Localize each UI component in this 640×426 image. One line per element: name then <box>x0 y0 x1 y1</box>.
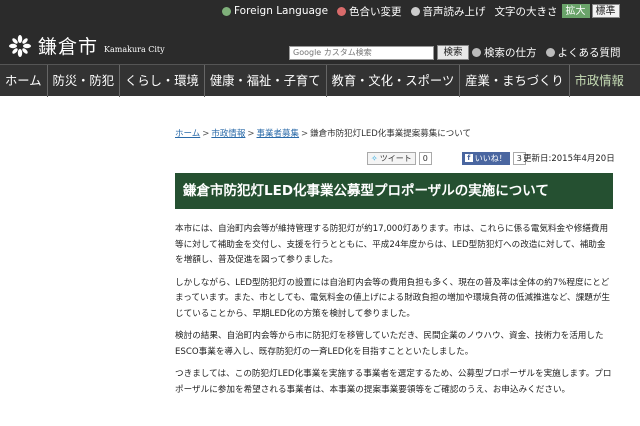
search-area: 検索 <box>289 45 469 60</box>
breadcrumb-current: 鎌倉市防犯灯LED化事業提案募集について <box>310 129 472 139</box>
search-method-link[interactable]: 検索の仕方 <box>472 45 537 60</box>
font-size-large-button[interactable]: 拡大 <box>561 4 590 18</box>
city-emblem-icon <box>9 34 31 57</box>
nav-item-education-culture[interactable]: 教育・文化・スポーツ <box>327 64 461 97</box>
font-size-normal-button[interactable]: 標準 <box>591 4 620 18</box>
nav-item-disaster-prevention[interactable]: 防災・防犯 <box>48 64 121 97</box>
global-nav: ホーム 防災・防犯 くらし・環境 健康・福祉・子育て 教育・文化・スポーツ 産業… <box>0 64 640 97</box>
utility-links: Foreign Language 色合い変更 音声読み上げ 文字の大きさ 拡大 … <box>222 3 622 19</box>
breadcrumb-separator: > <box>247 129 255 139</box>
read-aloud-label: 音声読み上げ <box>422 5 486 18</box>
twitter-bird-icon: ✧ <box>371 153 378 163</box>
article-title: 鎌倉市防犯灯LED化事業公募型プロポーザルの実施について <box>175 173 613 209</box>
help-links: 検索の仕方 よくある質問 <box>472 45 630 60</box>
nav-item-home[interactable]: ホーム <box>0 64 48 97</box>
color-change-label: 色合い変更 <box>349 5 402 18</box>
like-label: いいね！ <box>474 153 507 163</box>
tweet-label: ツイート <box>379 153 412 163</box>
font-size-label: 文字の大きさ <box>494 5 558 18</box>
question-icon <box>545 48 555 57</box>
palette-icon <box>337 6 347 16</box>
tweet-count: 0 <box>418 151 432 165</box>
nav-item-city-info[interactable]: 市政情報 <box>570 65 629 97</box>
speaker-icon <box>410 6 420 16</box>
search-input[interactable] <box>289 45 434 60</box>
search-button[interactable]: 検索 <box>437 45 469 60</box>
article-body: 本市には、自治町内会等が維持管理する防犯灯が約17,000灯あります。市は、これ… <box>175 222 613 405</box>
article-paragraph: つきましては、この防犯灯LED化事業を実施する事業者を選定するため、公募型プロポ… <box>175 369 612 395</box>
main-content: ホーム > 市政情報 > 事業者募集 > 鎌倉市防犯灯LED化事業提案募集について ✧ ツイ… <box>0 97 640 426</box>
tweet-button[interactable]: ✧ ツイート <box>367 151 416 165</box>
facebook-like-button[interactable]: f いいね！ <box>461 151 510 165</box>
nav-item-health-welfare[interactable]: 健康・福祉・子育て <box>205 64 327 97</box>
site-name-en: Kamakura City <box>104 45 165 54</box>
article-paragraph: 検討の結果、自治町内会等から市に防犯灯を移管していただき、民間企業のノウハウ、資… <box>175 331 604 357</box>
globe-icon <box>222 6 231 16</box>
breadcrumb-city-info[interactable]: 市政情報 <box>211 129 245 139</box>
site-header: 鎌倉市 Kamakura City Foreign Language 色合い変更… <box>0 0 640 64</box>
social-buttons: ✧ ツイート 0 f いいね！ 3 <box>367 151 526 165</box>
article-paragraph: しかしながら、LED型防犯灯の設置には自治町内会等の費用負担も多く、現在の普及率… <box>175 277 611 319</box>
facebook-icon: f <box>464 154 473 162</box>
nav-item-living[interactable]: くらし・環境 <box>120 64 205 97</box>
breadcrumb-separator: > <box>301 129 309 139</box>
foreign-language-link[interactable]: Foreign Language <box>222 5 328 17</box>
foreign-language-label: Foreign Language <box>234 5 329 17</box>
article-paragraph: 本市には、自治町内会等が維持管理する防犯灯が約17,000灯あります。市は、これ… <box>175 224 609 265</box>
nav-item-industry[interactable]: 産業・まちづくり <box>460 64 570 97</box>
site-name: 鎌倉市 <box>38 36 99 58</box>
breadcrumb-business-recruitment[interactable]: 事業者募集 <box>257 129 300 139</box>
breadcrumb: ホーム > 市政情報 > 事業者募集 > 鎌倉市防犯灯LED化事業提案募集について <box>175 127 471 139</box>
magnifier-icon <box>472 48 481 57</box>
faq-label: よくある質問 <box>557 47 621 59</box>
breadcrumb-home[interactable]: ホーム <box>175 129 200 139</box>
breadcrumb-separator: > <box>202 129 210 139</box>
updated-date: 更新日:2015年4月20日 <box>523 154 615 164</box>
faq-link[interactable]: よくある質問 <box>545 45 621 60</box>
read-aloud-link[interactable]: 音声読み上げ <box>410 4 486 19</box>
search-method-label: 検索の仕方 <box>484 47 537 59</box>
color-change-link[interactable]: 色合い変更 <box>337 4 402 19</box>
site-logo[interactable]: 鎌倉市 Kamakura City <box>8 32 165 59</box>
